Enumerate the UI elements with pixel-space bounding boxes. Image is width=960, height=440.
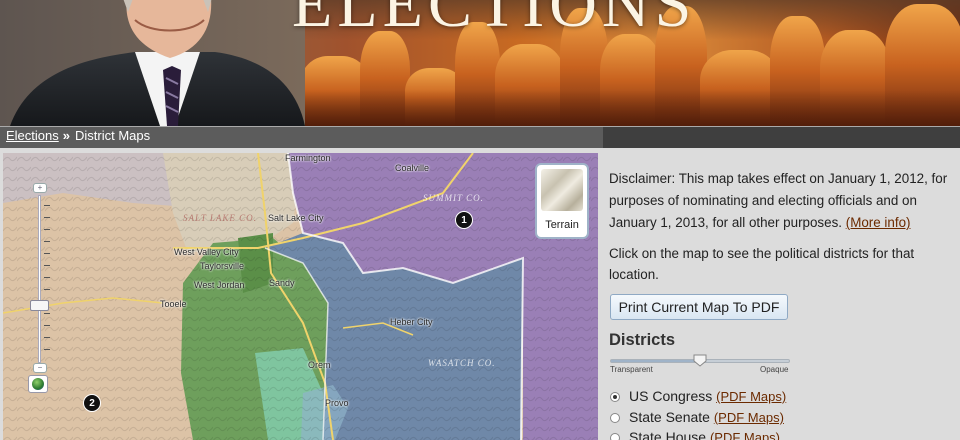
terrain-label: Terrain — [545, 219, 579, 231]
zoom-slider-track[interactable] — [38, 195, 41, 363]
town-label: Coalville — [395, 163, 430, 173]
town-label: Heber City — [390, 317, 433, 327]
county-label: SUMMIT CO. — [423, 193, 484, 203]
town-label: Orem — [308, 360, 331, 370]
opacity-max-label: Opaque — [760, 365, 789, 374]
town-label: West Jordan — [194, 280, 245, 290]
district-option-label: US Congress — [629, 388, 713, 404]
official-portrait — [0, 0, 305, 126]
terrain-toggle-button[interactable]: Terrain — [535, 163, 589, 239]
pdf-maps-link[interactable]: (PDF Maps) — [710, 430, 780, 440]
town-label: Taylorsville — [200, 261, 245, 271]
breadcrumb-home-link[interactable]: Elections — [6, 128, 59, 143]
zoom-control: + − — [30, 183, 52, 383]
pdf-maps-link[interactable]: (PDF Maps) — [714, 410, 784, 425]
town-label: Provo — [325, 398, 349, 408]
banner-title: ELECTIONS — [292, 0, 697, 41]
town-label: Sandy — [269, 278, 295, 288]
town-label: Farmington — [285, 153, 331, 163]
breadcrumb-separator: » — [62, 128, 70, 143]
zoom-out-button[interactable]: − — [33, 363, 47, 373]
district-option-us-congress[interactable]: US Congress (PDF Maps) — [610, 388, 786, 404]
header-banner: ELECTIONS — [0, 0, 960, 126]
county-label: WASATCH CO. — [428, 358, 496, 368]
town-label: Tooele — [160, 299, 187, 309]
info-panel: Disclaimer: This map takes effect on Jan… — [600, 148, 960, 440]
district-marker[interactable]: 2 — [83, 394, 101, 412]
radio-button[interactable] — [610, 413, 620, 423]
zoom-slider-thumb[interactable] — [30, 300, 49, 311]
disclaimer: Disclaimer: This map takes effect on Jan… — [609, 168, 954, 234]
map-instruction: Click on the map to see the political di… — [609, 246, 915, 282]
terrain-thumbnail — [541, 169, 583, 211]
district-marker[interactable]: 1 — [455, 211, 473, 229]
breadcrumb-bar: Elections» District Maps — [0, 126, 960, 148]
opacity-min-label: Transparent — [610, 365, 653, 374]
breadcrumb: Elections» District Maps — [6, 128, 150, 143]
page: ELECTIONS Elections» District Maps Farmi… — [0, 0, 960, 440]
districts-heading: Districts — [609, 331, 676, 349]
county-label: SALT LAKE CO. — [183, 213, 257, 223]
opacity-slider-handle[interactable] — [693, 354, 707, 367]
district-option-state-house[interactable]: State House (PDF Maps) — [610, 429, 780, 440]
radio-button[interactable] — [610, 392, 620, 402]
more-info-link[interactable]: (More info) — [846, 215, 911, 230]
pdf-maps-link[interactable]: (PDF Maps) — [716, 389, 786, 404]
zoom-in-button[interactable]: + — [33, 183, 47, 193]
town-label: Salt Lake City — [268, 213, 324, 223]
district-option-label: State House — [629, 429, 707, 440]
breadcrumb-current: District Maps — [74, 128, 151, 143]
district-option-label: State Senate — [629, 409, 710, 425]
town-label: West Valley City — [174, 247, 239, 257]
print-map-button[interactable]: Print Current Map To PDF — [610, 294, 788, 320]
globe-icon[interactable] — [28, 375, 48, 393]
radio-button[interactable] — [610, 433, 620, 440]
district-option-state-senate[interactable]: State Senate (PDF Maps) — [610, 409, 784, 425]
district-map[interactable]: Farmington Coalville Salt Lake City West… — [3, 153, 598, 440]
